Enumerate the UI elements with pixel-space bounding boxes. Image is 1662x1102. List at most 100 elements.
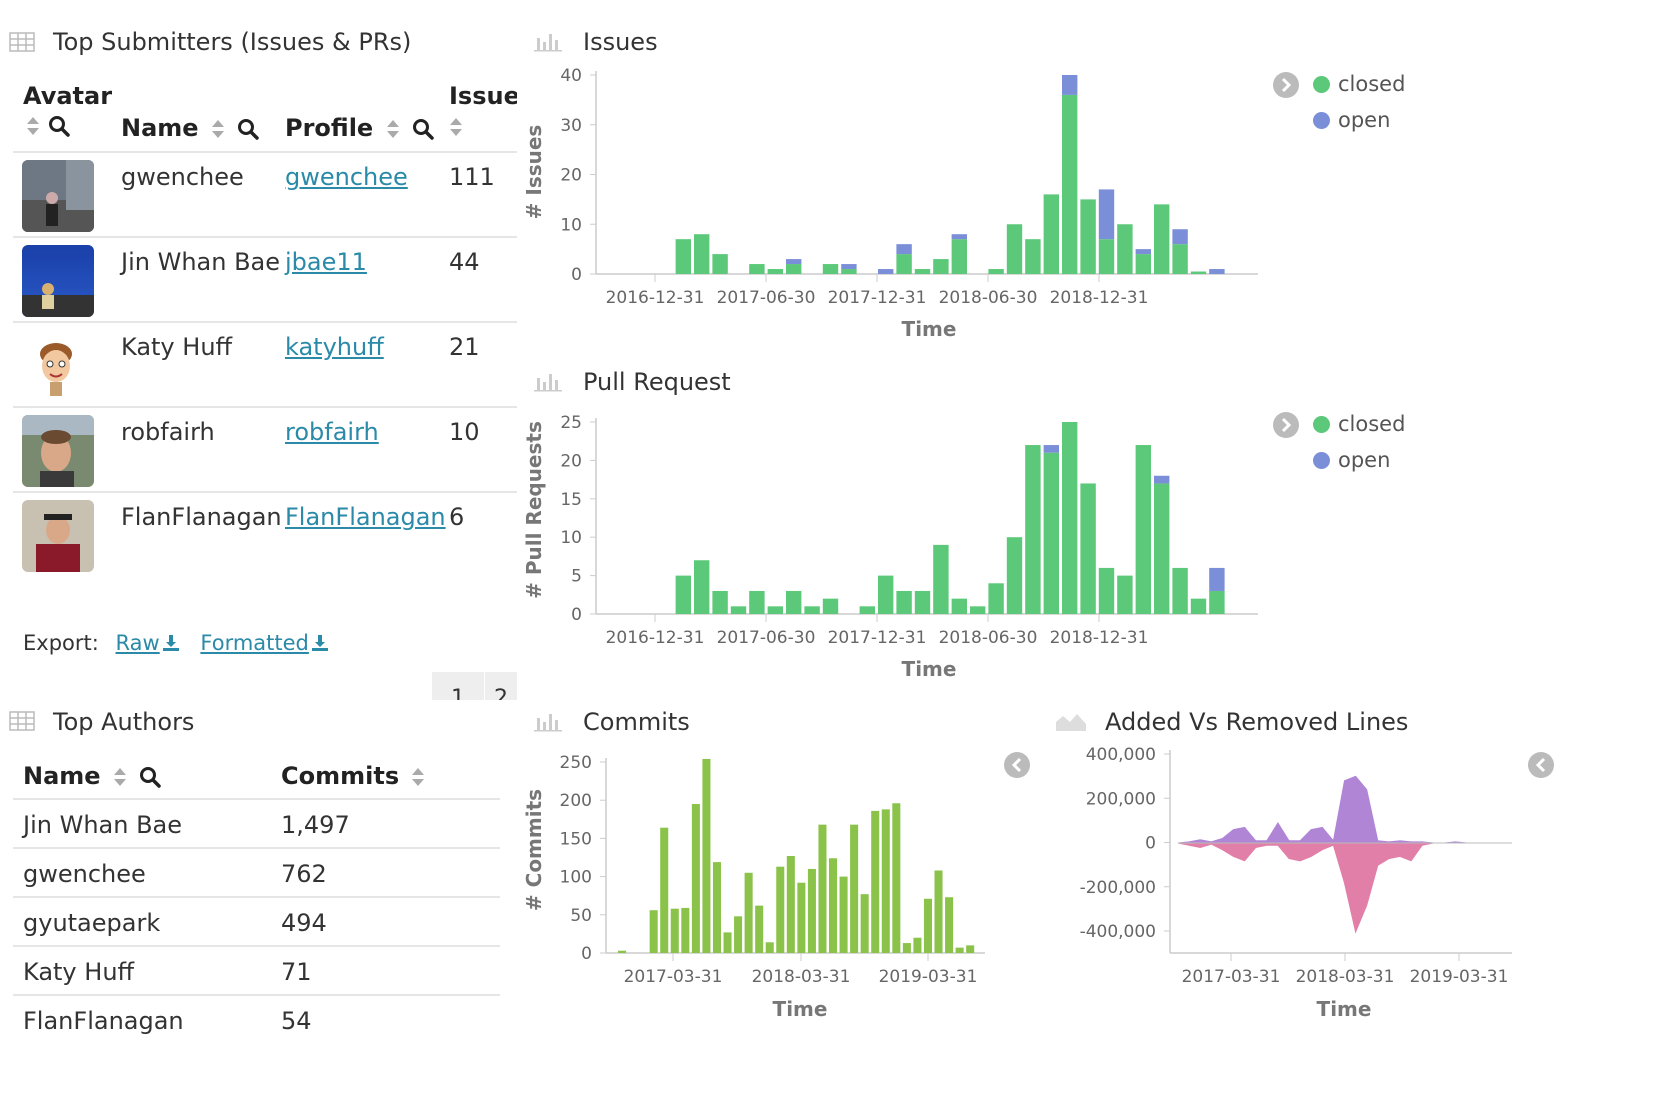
y-tick-label: 50 [570,906,592,926]
x-tick-label: 2018-06-30 [939,628,1038,648]
bar-closed [1098,239,1115,274]
bar-commits [797,882,806,953]
y-axis-label: # Pull Requests [522,421,546,599]
bar-closed [1190,271,1207,274]
bar-commits [955,947,964,953]
x-tick-label: 2018-12-31 [1050,288,1149,308]
x-tick-label: 2016-12-31 [606,628,705,648]
bar-closed [1117,224,1133,274]
bar-closed [878,575,894,614]
x-axis-label: Time [1317,997,1372,1021]
x-tick-label: 2018-12-31 [1050,628,1149,648]
bar-commits [681,907,690,953]
bar-closed [822,598,839,614]
bar-closed [694,560,710,614]
bar-closed [841,269,857,274]
bar-commits [765,942,774,953]
bar-commits [744,872,753,953]
x-tick-label: 2018-03-31 [752,967,851,987]
y-axis-label: # Commits [522,789,546,911]
y-tick-label: 400,000 [1086,745,1156,765]
bar-commits [776,866,785,953]
bar-closed [822,264,839,274]
bar-closed [730,606,747,614]
bar-commits [649,910,658,953]
bar-commits [712,862,721,953]
bar-commits [913,937,922,953]
bar-closed [933,544,949,614]
bar-commits [881,809,890,953]
bar-commits [755,905,764,953]
y-axis-label: # Issues [522,125,546,220]
bar-open [841,264,857,270]
bar-closed [767,606,783,614]
bar-closed [859,606,875,614]
bar-closed [767,269,783,274]
bar-closed [1154,204,1170,274]
bar-closed [786,590,802,614]
x-tick-label: 2017-06-30 [717,288,816,308]
y-tick-label: -400,000 [1080,922,1156,942]
x-tick-label: 2019-03-31 [1410,967,1509,987]
bar-commits [660,827,669,953]
bar-commits [618,950,627,953]
bar-closed [914,269,931,274]
bar-closed [675,239,691,274]
bar-closed [675,575,691,614]
bar-closed [1080,199,1096,274]
bar-closed [694,234,710,274]
bar-closed [1098,567,1115,614]
bar-closed [1025,445,1041,614]
bar-commits [786,855,795,953]
bar-closed [1062,94,1078,275]
x-axis-label: Time [902,657,957,681]
y-tick-label: 30 [560,116,582,136]
bar-commits [702,758,711,953]
bar-closed [1135,254,1151,274]
bar-closed [786,264,802,274]
bar-closed [749,264,765,274]
x-axis-label: Time [773,997,828,1021]
bar-closed [951,598,967,614]
x-tick-label: 2018-06-30 [939,288,1038,308]
bar-closed [951,239,967,274]
bar-closed [1172,244,1188,274]
bar-closed [970,606,986,614]
bar-open [1154,475,1170,484]
y-tick-label: 40 [560,66,582,86]
bar-closed [1209,590,1225,614]
bar-closed [712,590,728,614]
bar-commits [723,932,732,953]
bar-closed [1006,537,1023,614]
bar-open [1135,249,1151,255]
y-tick-label: 200 [560,791,592,811]
bar-closed [988,583,1004,614]
bar-closed [712,254,728,274]
x-tick-label: 2018-03-31 [1296,967,1395,987]
bar-closed [1062,422,1078,614]
bar-commits [945,897,954,953]
bar-commits [902,943,911,953]
y-tick-label: 15 [560,490,582,510]
y-tick-label: 200,000 [1086,789,1156,809]
bar-commits [691,804,700,953]
bar-open [1209,567,1225,591]
bar-commits [923,898,932,953]
y-tick-label: 100 [560,868,592,888]
bar-closed [1006,224,1023,274]
y-tick-label: 0 [1145,834,1156,854]
x-axis-label: Time [902,317,957,341]
y-tick-label: 0 [571,265,582,285]
bar-commits [850,824,859,953]
bar-closed [1080,483,1096,614]
bar-open [1062,75,1078,95]
bar-closed [1025,239,1041,274]
bar-commits [829,858,838,953]
bar-closed [896,590,912,614]
bar-closed [749,590,765,614]
bar-commits [934,870,943,953]
y-tick-label: 0 [571,605,582,625]
bar-closed [896,254,912,274]
bar-commits [871,810,880,953]
y-tick-label: 10 [560,528,582,548]
